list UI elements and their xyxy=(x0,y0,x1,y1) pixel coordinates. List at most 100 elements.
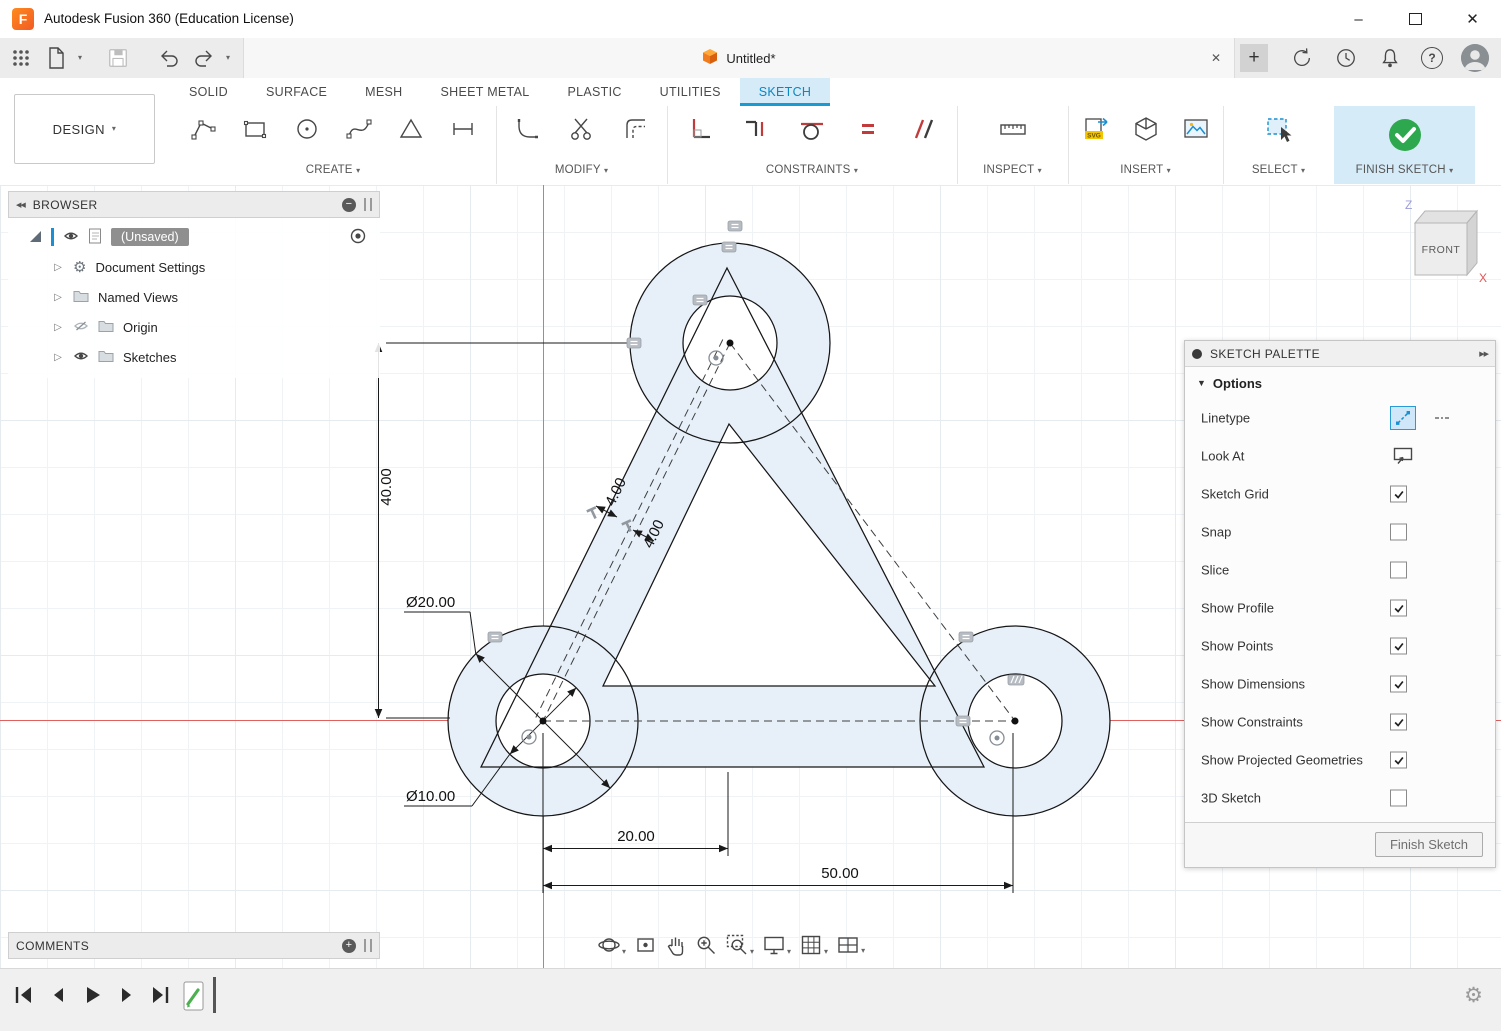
comments-header[interactable]: COMMENTS + xyxy=(8,932,380,959)
zoom-icon[interactable] xyxy=(695,934,717,956)
browser-item-document-settings[interactable]: ▷ ⚙ Document Settings xyxy=(8,252,380,282)
timeline-skip-end-icon[interactable] xyxy=(148,983,172,1007)
minimize-button[interactable]: – xyxy=(1330,0,1387,38)
look-at-icon[interactable] xyxy=(635,935,657,955)
user-avatar[interactable] xyxy=(1461,44,1489,72)
timeline-skip-start-icon[interactable] xyxy=(12,983,36,1007)
maximize-button[interactable] xyxy=(1387,0,1444,38)
look-at-button[interactable] xyxy=(1390,444,1416,468)
undo-icon[interactable] xyxy=(156,45,182,71)
parallel-constraint-icon[interactable] xyxy=(909,116,939,150)
timeline-step-forward-icon[interactable] xyxy=(114,983,138,1007)
dimension-tool-icon[interactable] xyxy=(448,116,478,150)
timeline-play-icon[interactable] xyxy=(80,983,104,1007)
help-icon[interactable]: ? xyxy=(1421,47,1443,69)
expand-palette-icon[interactable]: ▶▶ xyxy=(1479,350,1488,358)
dim-dia20[interactable]: Ø20.00 xyxy=(406,594,455,611)
horizontal-vertical-constraint-icon[interactable] xyxy=(741,116,771,150)
pan-icon[interactable] xyxy=(666,934,686,956)
file-menu-icon[interactable] xyxy=(43,45,69,71)
fillet-tool-icon[interactable] xyxy=(513,116,543,150)
extensions-sync-icon[interactable] xyxy=(1289,45,1315,71)
browser-grip-handle[interactable] xyxy=(364,198,372,211)
show-profile-checkbox[interactable] xyxy=(1390,600,1407,617)
sketch-grid-checkbox[interactable] xyxy=(1390,486,1407,503)
model-canvas[interactable]: 40.00 Ø20.00 Ø10.00 4.00 4.00 20.00 xyxy=(0,185,1501,968)
show-projected-geometries-checkbox[interactable] xyxy=(1390,752,1407,769)
redo-caret-icon[interactable]: ▾ xyxy=(226,54,230,62)
tab-sketch[interactable]: SKETCH xyxy=(740,78,831,106)
spline-tool-icon[interactable] xyxy=(344,116,374,150)
app-grid-icon[interactable] xyxy=(8,45,34,71)
root-document-name[interactable]: (Unsaved) xyxy=(111,228,189,246)
select-tool-icon[interactable] xyxy=(1264,116,1294,150)
sketch-profile[interactable] xyxy=(448,243,1110,816)
collapse-browser-icon[interactable]: ◀◀ xyxy=(16,201,25,209)
expand-arrow-icon[interactable]: ▷ xyxy=(52,322,64,333)
show-points-checkbox[interactable] xyxy=(1390,638,1407,655)
expand-arrow-icon[interactable]: ▷ xyxy=(52,262,64,273)
workspace-selector[interactable]: DESIGN ▾ xyxy=(14,94,155,164)
expand-arrow-icon[interactable]: ▷ xyxy=(52,292,64,303)
measure-tool-icon[interactable] xyxy=(998,116,1028,150)
browser-item-sketches[interactable]: ▷ Sketches xyxy=(8,342,380,372)
dim-50[interactable]: 50.00 xyxy=(821,865,859,882)
palette-drag-icon[interactable] xyxy=(1192,349,1202,359)
expand-arrow-icon[interactable]: ▷ xyxy=(52,352,64,363)
document-tab[interactable]: Untitled* ✕ xyxy=(243,38,1235,78)
view-cube[interactable]: Z FRONT X xyxy=(1399,193,1491,285)
job-status-clock-icon[interactable] xyxy=(1333,45,1359,71)
visibility-eye-icon[interactable] xyxy=(63,230,79,245)
viewcube-top-face[interactable] xyxy=(1415,211,1477,223)
tab-mesh[interactable]: MESH xyxy=(346,78,421,106)
tab-solid[interactable]: SOLID xyxy=(170,78,247,106)
3d-sketch-checkbox[interactable] xyxy=(1390,790,1407,807)
save-icon[interactable] xyxy=(105,45,131,71)
timeline-settings-gear-icon[interactable]: ⚙ xyxy=(1464,985,1483,1006)
equal-constraint-icon[interactable] xyxy=(853,116,883,150)
sketch-palette-header[interactable]: SKETCH PALETTE ▶▶ xyxy=(1185,341,1495,367)
viewcube-right-face[interactable] xyxy=(1467,211,1477,275)
tab-surface[interactable]: SURFACE xyxy=(247,78,346,106)
visibility-eye-icon[interactable] xyxy=(73,350,89,365)
tab-sheet-metal[interactable]: SHEET METAL xyxy=(421,78,548,106)
dim-40[interactable]: 40.00 xyxy=(378,468,395,506)
activate-radio-icon[interactable] xyxy=(350,228,366,247)
redo-icon[interactable] xyxy=(191,45,217,71)
show-dimensions-checkbox[interactable] xyxy=(1390,676,1407,693)
grid-settings-icon[interactable]: ▾ xyxy=(800,934,828,956)
tangent-constraint-icon[interactable] xyxy=(797,116,827,150)
group-create-label[interactable]: CREATE ▾ xyxy=(170,164,496,176)
finish-sketch-button[interactable]: FINISH SKETCH ▾ xyxy=(1334,106,1475,184)
circle-tool-icon[interactable] xyxy=(292,116,322,150)
polygon-tool-icon[interactable] xyxy=(396,116,426,150)
display-settings-icon[interactable]: ▾ xyxy=(763,934,791,956)
rectangle-tool-icon[interactable] xyxy=(240,116,270,150)
browser-item-origin[interactable]: ▷ Origin xyxy=(8,312,380,342)
tab-utilities[interactable]: UTILITIES xyxy=(641,78,740,106)
linetype-centerline-button[interactable] xyxy=(1429,406,1455,430)
insert-canvas-icon[interactable] xyxy=(1181,116,1211,150)
tab-close-icon[interactable]: ✕ xyxy=(1206,48,1226,68)
show-constraints-checkbox[interactable] xyxy=(1390,714,1407,731)
viewports-icon[interactable]: ▾ xyxy=(837,935,865,955)
timeline-sketch-feature-icon[interactable] xyxy=(182,977,208,1020)
timeline-step-back-icon[interactable] xyxy=(46,983,70,1007)
close-window-button[interactable]: ✕ xyxy=(1444,0,1501,38)
trim-tool-icon[interactable] xyxy=(567,116,597,150)
tab-plastic[interactable]: PLASTIC xyxy=(548,78,640,106)
new-tab-button[interactable]: + xyxy=(1240,44,1268,72)
orbit-icon[interactable]: ▾ xyxy=(598,934,626,956)
file-menu-caret-icon[interactable]: ▾ xyxy=(78,54,82,62)
offset-tool-icon[interactable] xyxy=(621,116,651,150)
browser-minimize-icon[interactable]: − xyxy=(342,198,356,212)
snap-checkbox[interactable] xyxy=(1390,524,1407,541)
fit-view-icon[interactable]: ▾ xyxy=(726,934,754,956)
finish-sketch-palette-button[interactable]: Finish Sketch xyxy=(1375,832,1483,857)
group-constraints-label[interactable]: CONSTRAINTS ▾ xyxy=(667,164,957,176)
options-section-header[interactable]: ▼ Options xyxy=(1185,367,1495,399)
timeline-position-marker[interactable] xyxy=(213,977,216,1013)
dim-20[interactable]: 20.00 xyxy=(617,828,655,845)
visibility-off-eye-icon[interactable] xyxy=(73,320,89,335)
insert-svg-icon[interactable]: SVG xyxy=(1081,116,1111,150)
